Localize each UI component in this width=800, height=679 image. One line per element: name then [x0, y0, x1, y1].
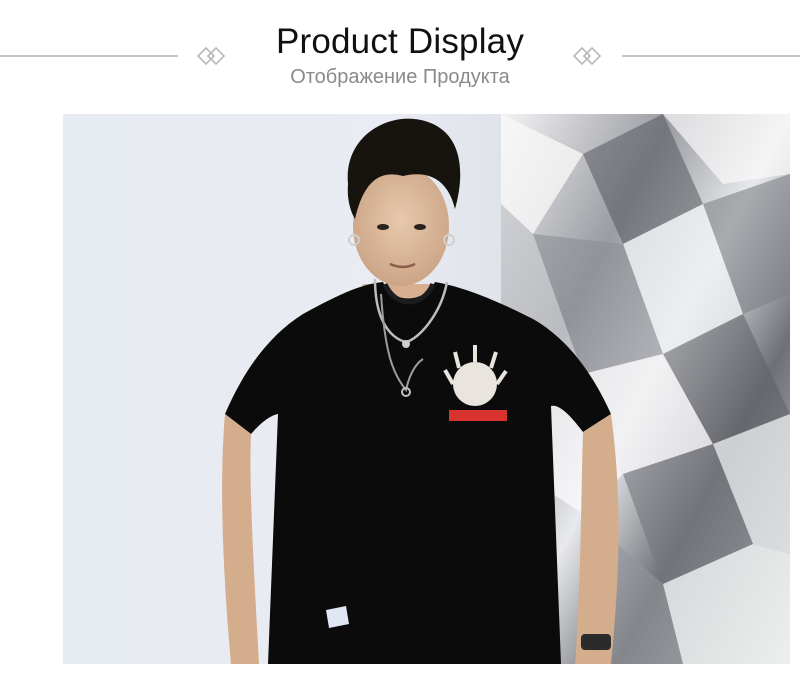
- page-subtitle: Отображение Продукта: [290, 66, 510, 88]
- black-t-shirt: [225, 282, 611, 664]
- product-display-page: Product Display Отображение Продукта: [0, 0, 800, 679]
- model-head: [347, 118, 461, 286]
- double-diamond-icon: [572, 46, 602, 66]
- product-photo: [63, 114, 790, 664]
- section-header: Product Display Отображение Продукта: [0, 0, 800, 110]
- header-rule-right: [622, 55, 800, 57]
